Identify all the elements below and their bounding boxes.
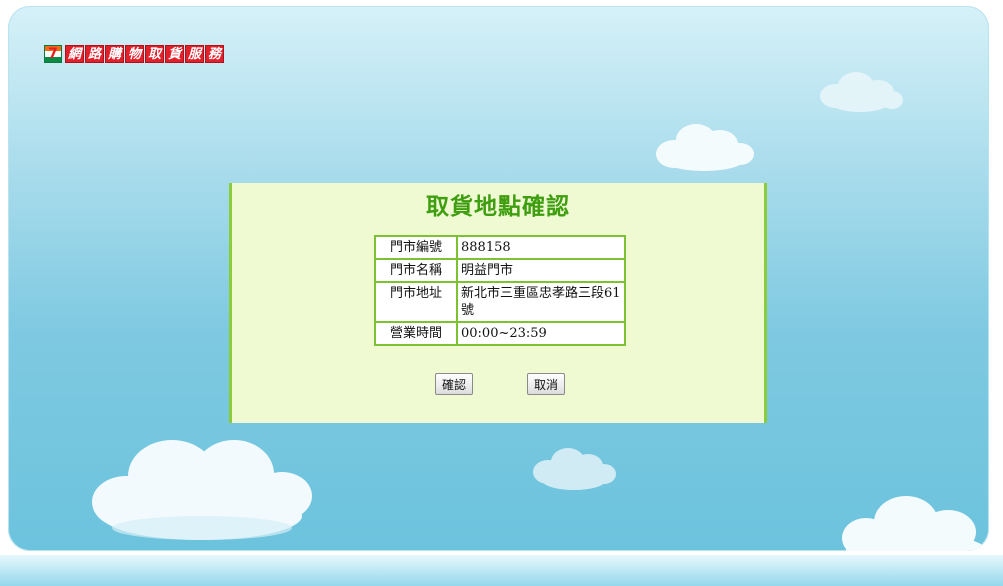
logo-char: 取 xyxy=(145,45,164,63)
brand-logo: 7 網 路 購 物 取 貨 服 務 xyxy=(44,45,224,63)
business-hours-label: 營業時間 xyxy=(374,321,458,346)
store-name-label: 門市名稱 xyxy=(374,258,458,283)
dialog-title: 取貨地點確認 xyxy=(426,194,570,220)
logo-char: 網 xyxy=(65,45,84,63)
cloud-icon xyxy=(92,440,312,540)
store-id-label: 門市編號 xyxy=(374,235,458,260)
logo-char: 物 xyxy=(125,45,144,63)
cloud-icon xyxy=(656,124,754,171)
logo-text: 網 路 購 物 取 貨 服 務 xyxy=(65,45,224,63)
logo-char: 服 xyxy=(185,45,204,63)
cloud-icon xyxy=(533,448,616,490)
store-info-table: 門市編號 888158 門市名稱 明益門市 門市地址 新北市三重區忠孝路三段61… xyxy=(374,235,626,346)
table-row: 門市名稱 明益門市 xyxy=(374,258,626,283)
table-row: 門市地址 新北市三重區忠孝路三段61號 xyxy=(374,281,626,323)
logo-char: 路 xyxy=(85,45,104,63)
store-address-label: 門市地址 xyxy=(374,281,458,323)
cloud-icon xyxy=(842,496,986,551)
bottom-strip xyxy=(0,555,1003,586)
seven-eleven-logo-icon: 7 xyxy=(44,45,62,63)
store-id-value: 888158 xyxy=(456,235,626,260)
cloud-icon xyxy=(820,72,903,112)
pickup-confirm-dialog: 取貨地點確認 門市編號 888158 門市名稱 明益門市 門市地址 新北市三重區… xyxy=(229,183,767,423)
store-name-value: 明益門市 xyxy=(456,258,626,283)
logo-char: 貨 xyxy=(165,45,184,63)
cancel-button[interactable]: 取消 xyxy=(527,373,566,395)
confirm-button[interactable]: 確認 xyxy=(435,373,474,395)
logo-char: 購 xyxy=(105,45,124,63)
table-row: 門市編號 888158 xyxy=(374,235,626,260)
page: 7 網 路 購 物 取 貨 服 務 取貨地點確認 門市編號 888158 門市名… xyxy=(0,0,1003,586)
logo-char: 務 xyxy=(205,45,224,63)
business-hours-value: 00:00~23:59 xyxy=(456,321,626,346)
store-address-value: 新北市三重區忠孝路三段61號 xyxy=(456,281,626,323)
table-row: 營業時間 00:00~23:59 xyxy=(374,321,626,346)
logo-mark-text: 7 xyxy=(48,46,58,62)
